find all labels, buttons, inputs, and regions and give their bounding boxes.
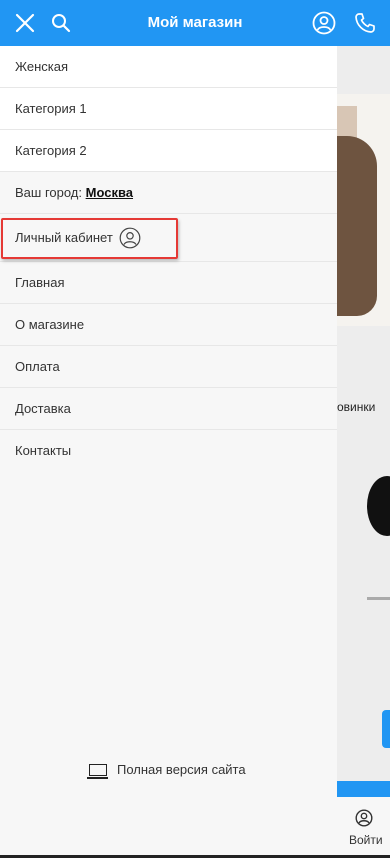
slider-indicator: [367, 597, 390, 600]
product-image[interactable]: [367, 476, 390, 536]
menu-item-delivery[interactable]: Доставка: [0, 388, 337, 430]
user-circle-icon[interactable]: [311, 10, 337, 36]
menu-item-payment[interactable]: Оплата: [0, 346, 337, 388]
personal-account-label: Личный кабинет: [15, 230, 113, 245]
menu-item-category-2[interactable]: Категория 2: [0, 130, 337, 172]
city-selector[interactable]: Ваш город: Москва: [0, 172, 337, 214]
user-icon: [355, 809, 373, 827]
blue-bar: [337, 781, 390, 797]
product-button[interactable]: [382, 710, 390, 748]
menu-item-about[interactable]: О магазине: [0, 304, 337, 346]
bottom-nav: [337, 797, 390, 858]
menu-item-home[interactable]: Главная: [0, 262, 337, 304]
phone-icon[interactable]: [352, 10, 378, 36]
menu-item-contacts[interactable]: Контакты: [0, 430, 337, 472]
section-title: овинки: [337, 400, 376, 414]
login-button[interactable]: Войти: [349, 833, 383, 847]
city-link[interactable]: Москва: [86, 185, 133, 200]
full-version-link[interactable]: Полная версия сайта: [87, 762, 246, 779]
top-bar: Мой магазин: [0, 0, 390, 46]
laptop-icon: [87, 763, 108, 779]
personal-account-link[interactable]: Личный кабинет: [0, 214, 337, 262]
full-version-label: Полная версия сайта: [117, 762, 246, 777]
city-label: Ваш город:: [15, 185, 82, 200]
background-page: овинки Войти: [337, 46, 390, 858]
side-menu: Женская Категория 1 Категория 2 Ваш горо…: [0, 46, 337, 858]
menu-item-women[interactable]: Женская: [0, 46, 337, 88]
menu-item-category-1[interactable]: Категория 1: [0, 88, 337, 130]
user-circle-icon: [119, 227, 141, 248]
banner-image-coat: [337, 136, 377, 316]
